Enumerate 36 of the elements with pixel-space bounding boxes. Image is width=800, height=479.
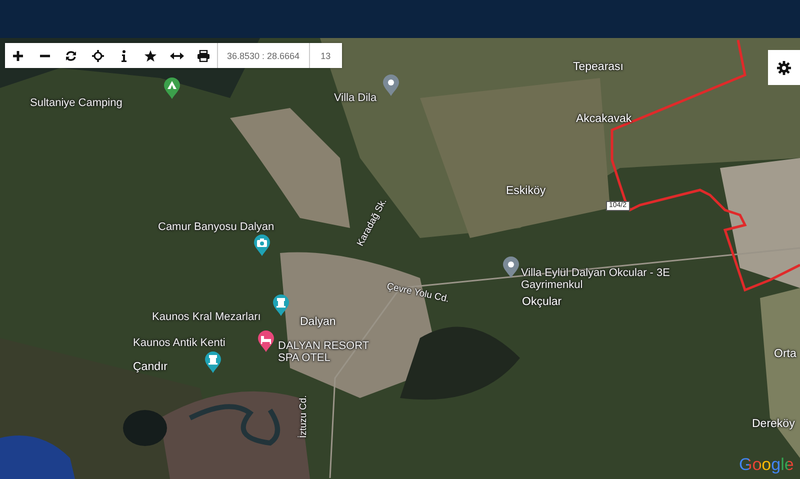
refresh-icon [65,50,78,62]
print-button[interactable] [190,43,217,68]
star-icon [144,50,158,62]
zoom-in-button[interactable] [5,43,32,68]
info-icon [120,50,128,62]
settings-button[interactable] [768,50,800,85]
map-label: Villa Dila [334,92,377,104]
map-label: Kaunos Kral Mezarları [152,311,261,323]
map-label: Çandır [133,361,168,373]
map-label: Akcakavak [576,113,632,125]
plus-icon [12,50,24,62]
settings-icon [777,60,791,74]
map-label: Dereköy [752,418,795,430]
camera-pin-icon[interactable] [253,234,271,257]
map-label: İztuzu Cd. [298,395,310,438]
map-label: Camur Banyosu Dalyan [158,221,274,233]
crosshair-icon [92,50,104,62]
map-label: Kaunos Antik Kenti [133,337,226,349]
tower-pin-icon[interactable] [272,294,290,317]
double-arrow-icon [170,50,184,60]
location-pin-icon[interactable] [382,74,400,97]
coordinates-readout: 36.8530 : 28.6664 [217,43,309,68]
map-label: Tepearası [573,61,624,73]
map-label: Çevre Yolu Cd. [386,281,450,306]
map-label: Okçular [522,296,562,308]
map-label: Eskiköy [506,185,546,197]
map-label: Dalyan [300,316,336,328]
printer-icon [197,50,210,62]
tower-pin-icon[interactable] [204,351,222,374]
camping-tent-icon[interactable] [163,77,181,100]
zoom-level-readout: 13 [308,43,342,68]
location-pin-icon[interactable] [502,256,520,279]
map-label: Sultaniye Camping [30,97,122,109]
map-label: Orta [774,348,796,360]
map-label: Villa Eylül Dalyan Okcular - 3E Gayrimenkul [521,267,671,291]
bed-pin-icon[interactable] [257,330,275,353]
